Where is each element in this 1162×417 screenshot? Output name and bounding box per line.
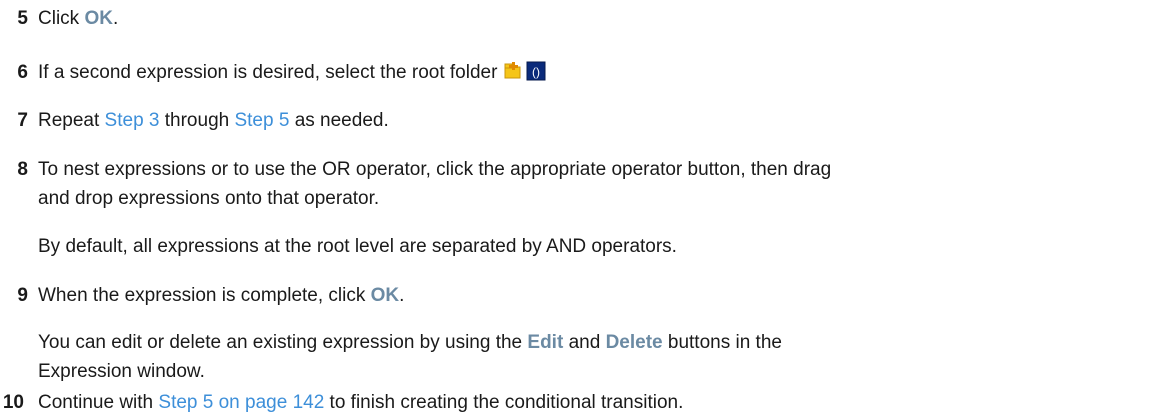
- step-number: 10: [2, 392, 24, 413]
- text-fragment: You can edit or delete an existing expre…: [38, 332, 528, 353]
- expression-icon: (): [526, 61, 546, 90]
- step-text-line-1: To nest expressions or to use the OR ope…: [38, 159, 832, 180]
- folder-icon: [503, 61, 523, 90]
- step-5-link[interactable]: Step 5: [234, 110, 289, 131]
- step-8-line-2: and drop expressions onto that operator.: [38, 188, 380, 209]
- svg-text:(): (): [532, 65, 540, 79]
- text-fragment: Click: [38, 8, 85, 29]
- text-fragment: Continue with: [38, 392, 159, 413]
- text-fragment: If a second expression is desired, selec…: [38, 62, 498, 83]
- text-fragment: When the expression is complete, click: [38, 285, 371, 306]
- text-fragment: Repeat: [38, 110, 105, 131]
- text-fragment: .: [399, 285, 405, 306]
- step-number: 9: [17, 285, 28, 306]
- ok-ui-label: OK: [84, 8, 113, 29]
- step-number: 6: [17, 62, 28, 83]
- text-fragment: and: [563, 332, 606, 353]
- step-text: If a second expression is desired, selec…: [38, 58, 546, 90]
- step-text: Click OK.: [38, 4, 118, 33]
- step-3-link[interactable]: Step 3: [105, 110, 160, 131]
- edit-ui-label: Edit: [527, 332, 564, 353]
- text-fragment: through: [159, 110, 235, 131]
- step-number: 5: [17, 8, 28, 29]
- ok-ui-label: OK: [370, 285, 400, 306]
- step-number: 8: [17, 159, 28, 180]
- edit-delete-note-line-2: Expression window.: [38, 361, 205, 382]
- step-number: 7: [17, 110, 28, 131]
- step-text: Continue with Step 5 on page 142 to fini…: [38, 388, 683, 417]
- default-operator-note: By default, all expressions at the root …: [38, 236, 677, 257]
- edit-delete-note: You can edit or delete an existing expre…: [38, 328, 782, 357]
- text-fragment: as needed.: [289, 110, 389, 131]
- step-text: Repeat Step 3 through Step 5 as needed.: [38, 106, 389, 135]
- step-5-page-142-link[interactable]: Step 5 on page 142: [158, 392, 324, 413]
- step-text: When the expression is complete, click O…: [38, 281, 404, 310]
- text-fragment: buttons in the: [662, 332, 782, 353]
- delete-ui-label: Delete: [605, 332, 663, 353]
- text-fragment: to finish creating the conditional trans…: [324, 392, 684, 413]
- text-fragment: .: [112, 8, 119, 29]
